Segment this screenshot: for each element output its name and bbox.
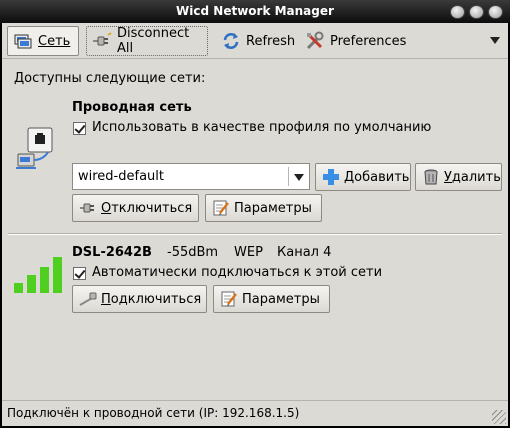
close-button[interactable] (488, 5, 503, 19)
wired-params-label: Параметры (234, 200, 312, 216)
disconnect-label-rest: тключиться (111, 200, 193, 216)
wireless-params-button[interactable]: Параметры (213, 285, 330, 313)
title-bar[interactable]: Wicd Network Manager (0, 0, 510, 23)
add-mnemonic: Д (344, 169, 355, 185)
toolbar: Сеть Disconnect All Refresh Preferences (2, 23, 508, 59)
plug-icon (79, 199, 97, 217)
app-window: Wicd Network Manager Сеть Disconnect All… (0, 0, 510, 428)
wireless-strength: -55dBm (167, 245, 219, 260)
wired-network-title: Проводная сеть (72, 100, 192, 115)
connect-label-rest: одключиться (110, 291, 202, 307)
disconnect-all-label: Disconnect All (117, 26, 190, 56)
edit-icon (220, 290, 238, 308)
resize-grip-icon[interactable] (492, 410, 506, 424)
window-title: Wicd Network Manager (176, 4, 334, 18)
wired-profile-value: wired-default (78, 169, 164, 184)
wireless-connect-button[interactable]: Подключиться (72, 285, 207, 313)
preferences-label: Preferences (330, 33, 407, 49)
wired-network-icon (14, 126, 54, 174)
toolbar-overflow-arrow-icon[interactable] (490, 37, 500, 44)
client-area: Сеть Disconnect All Refresh Preferences … (2, 23, 508, 426)
available-networks-label: Доступны следующие сети: (14, 71, 206, 86)
auto-connect-label: Автоматически подключаться к этой сети (92, 265, 383, 280)
combo-separator (288, 167, 289, 186)
add-profile-button[interactable]: Добавить (315, 163, 411, 191)
wired-disconnect-button[interactable]: Отключиться (72, 194, 199, 222)
wireless-essid: DSL-2642B (72, 245, 152, 260)
wireless-channel: Канал 4 (277, 245, 332, 260)
edit-icon (212, 199, 230, 217)
refresh-button[interactable]: Refresh (215, 26, 296, 56)
chevron-down-icon (294, 174, 304, 181)
disconnect-all-button[interactable]: Disconnect All (86, 26, 208, 56)
plus-icon (322, 168, 340, 186)
maximize-button[interactable] (469, 5, 484, 19)
network-list: Доступны следующие сети: Проводная сеть … (2, 60, 508, 400)
delete-mnemonic: У (444, 169, 452, 185)
refresh-icon (221, 31, 241, 51)
refresh-label: Refresh (246, 33, 296, 49)
trash-icon (422, 168, 440, 186)
signal-strength-icon (14, 247, 66, 293)
preferences-button[interactable]: Preferences (299, 26, 409, 56)
status-bar: Подключён к проводной сети (IP: 192.168.… (2, 400, 508, 426)
disconnect-mnemonic: О (101, 200, 112, 216)
wireless-params-label: Параметры (242, 291, 320, 307)
tools-icon (305, 31, 325, 51)
add-label-rest: обавить (354, 169, 410, 185)
minimize-button[interactable] (450, 5, 465, 19)
network-button[interactable]: Сеть (7, 26, 79, 56)
default-profile-label: Использовать в качестве профиля по умолч… (92, 120, 432, 135)
delete-profile-button[interactable]: Удалить (415, 163, 502, 191)
default-profile-checkbox[interactable] (73, 122, 86, 135)
connect-icon (79, 290, 97, 308)
network-icon (13, 31, 33, 51)
status-text: Подключён к проводной сети (IP: 192.168.… (7, 406, 300, 420)
auto-connect-checkbox[interactable] (73, 267, 86, 280)
wired-params-button[interactable]: Параметры (205, 194, 322, 222)
wireless-encryption: WEP (234, 245, 263, 260)
delete-label-rest: далить (451, 169, 501, 185)
network-button-label: Сеть (38, 33, 71, 49)
wired-profile-select[interactable]: wired-default (72, 163, 310, 190)
plug-icon (92, 31, 112, 51)
connect-mnemonic: П (101, 291, 111, 307)
section-divider (8, 233, 502, 235)
